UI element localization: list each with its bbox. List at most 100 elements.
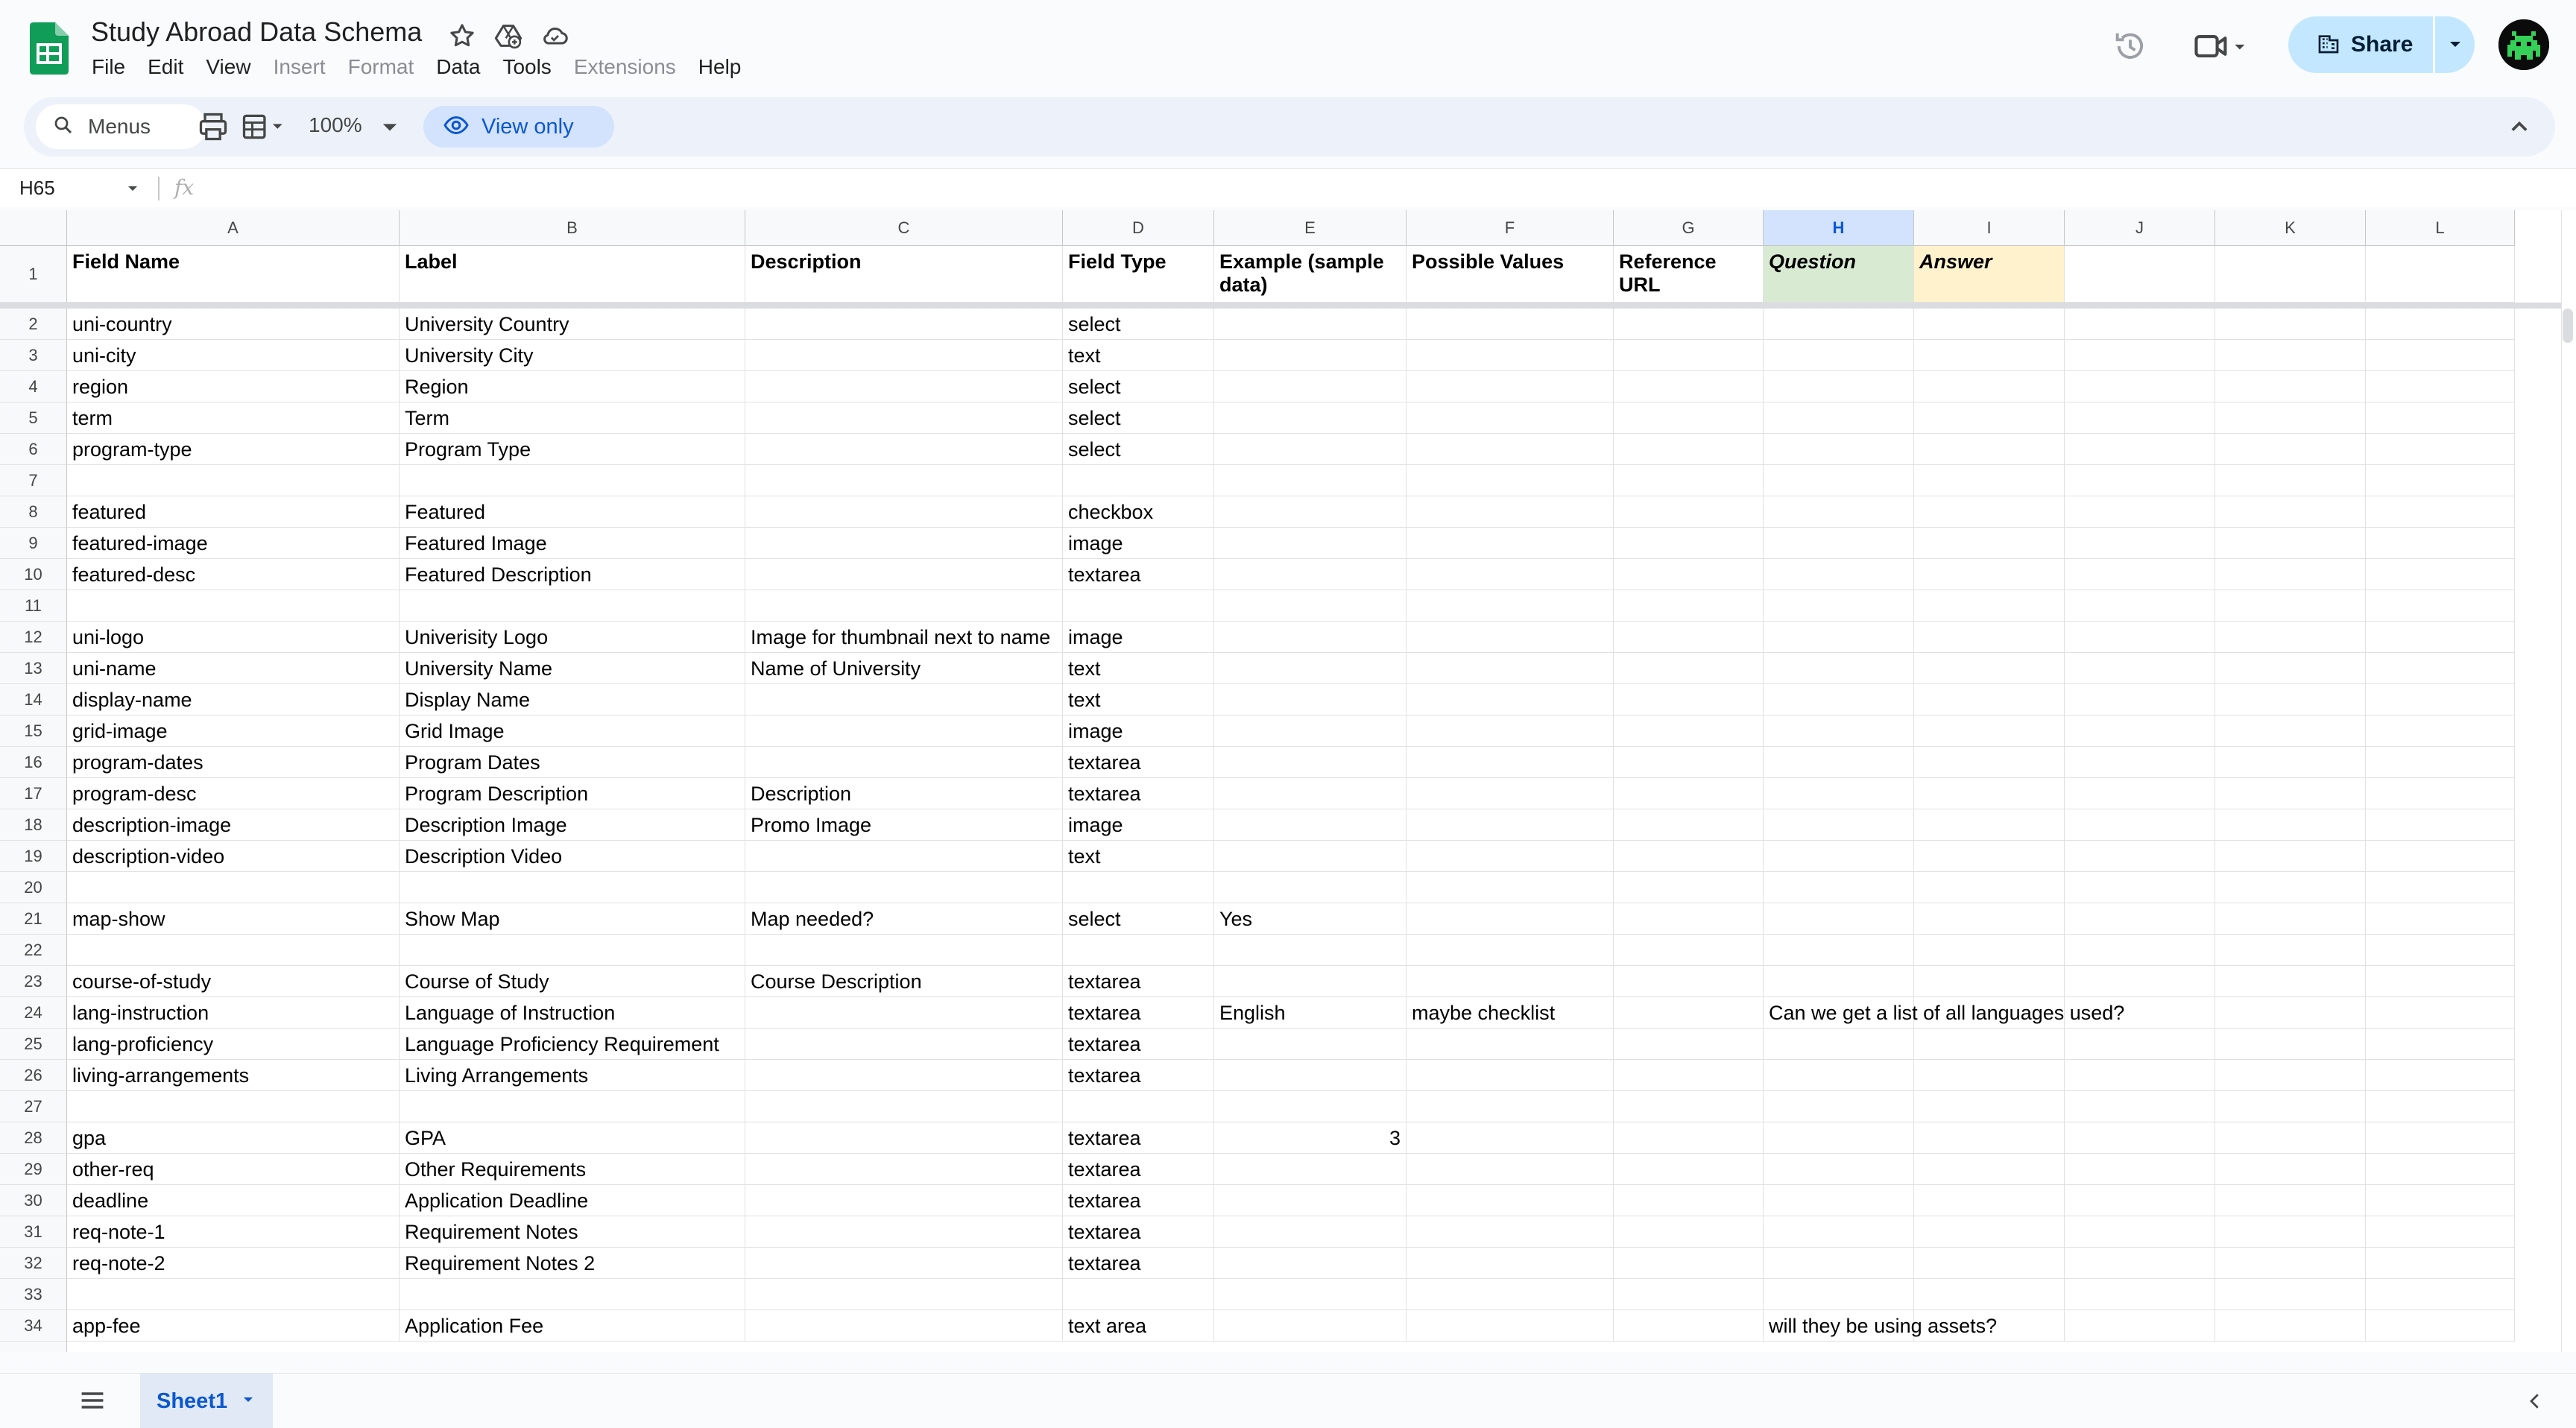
row-header-18[interactable]: 18 — [0, 809, 67, 841]
cell-f22[interactable] — [1407, 935, 1614, 966]
cell-f18[interactable] — [1407, 809, 1614, 841]
cell-k25[interactable] — [2215, 1029, 2366, 1060]
cell-j19[interactable] — [2065, 841, 2215, 872]
cell-k7[interactable] — [2215, 465, 2366, 496]
cell-a14[interactable]: display-name — [67, 684, 400, 715]
cell-d5[interactable]: select — [1063, 402, 1214, 434]
row-header-5[interactable]: 5 — [0, 402, 67, 434]
column-header-j[interactable]: J — [2065, 210, 2215, 246]
cell-i33[interactable] — [1914, 1279, 2065, 1310]
cell-c3[interactable] — [745, 340, 1063, 371]
row-header-33[interactable]: 33 — [0, 1279, 67, 1310]
cell-g4[interactable] — [1614, 371, 1764, 402]
cell-g2[interactable] — [1614, 309, 1764, 340]
cell-g12[interactable] — [1614, 622, 1764, 653]
cell-d10[interactable]: textarea — [1063, 559, 1214, 590]
cell-b7[interactable] — [400, 465, 745, 496]
cell-e27[interactable] — [1214, 1091, 1407, 1122]
cell-h26[interactable] — [1764, 1060, 1914, 1091]
cell-d12[interactable]: image — [1063, 622, 1214, 653]
cell-k9[interactable] — [2215, 528, 2366, 559]
cell-e34[interactable] — [1214, 1310, 1407, 1342]
select-format-dropdown-icon[interactable] — [240, 110, 288, 143]
cell-h29[interactable] — [1764, 1154, 1914, 1185]
cell-d17[interactable]: textarea — [1063, 778, 1214, 809]
cell-l15[interactable] — [2366, 715, 2515, 747]
cell-b33[interactable] — [400, 1279, 745, 1310]
cell-g6[interactable] — [1614, 434, 1764, 465]
cell-j30[interactable] — [2065, 1185, 2215, 1216]
cell-d7[interactable] — [1063, 465, 1214, 496]
row-header-6[interactable]: 6 — [0, 434, 67, 465]
cell-c16[interactable] — [745, 747, 1063, 778]
cell-g9[interactable] — [1614, 528, 1764, 559]
cell-h15[interactable] — [1764, 715, 1914, 747]
cell-i26[interactable] — [1914, 1060, 2065, 1091]
row-header-next[interactable] — [0, 1342, 67, 1352]
cell-a4[interactable]: region — [67, 371, 400, 402]
cell-c34[interactable] — [745, 1310, 1063, 1342]
cell-g23[interactable] — [1614, 966, 1764, 997]
cell-b34[interactable]: Application Fee — [400, 1310, 745, 1342]
header-cell-g[interactable]: Reference URL — [1614, 246, 1764, 303]
cell-c11[interactable] — [745, 590, 1063, 622]
cell-c22[interactable] — [745, 935, 1063, 966]
cell-e15[interactable] — [1214, 715, 1407, 747]
select-all-corner[interactable] — [0, 210, 67, 246]
row-header-11[interactable]: 11 — [0, 590, 67, 622]
cell-k12[interactable] — [2215, 622, 2366, 653]
cell-a5[interactable]: term — [67, 402, 400, 434]
cell-d31[interactable]: textarea — [1063, 1216, 1214, 1248]
header-cell-i[interactable]: Answer — [1914, 246, 2065, 303]
row-header-17[interactable]: 17 — [0, 778, 67, 809]
cell-a32[interactable]: req-note-2 — [67, 1248, 400, 1279]
cell-j4[interactable] — [2065, 371, 2215, 402]
view-only-button[interactable]: View only — [423, 106, 614, 148]
cell-b25[interactable]: Language Proficiency Requirement — [400, 1029, 745, 1060]
cell-d23[interactable]: textarea — [1063, 966, 1214, 997]
cell-k31[interactable] — [2215, 1216, 2366, 1248]
cell-d28[interactable]: textarea — [1063, 1122, 1214, 1154]
cell-d29[interactable]: textarea — [1063, 1154, 1214, 1185]
cell-e3[interactable] — [1214, 340, 1407, 371]
cell-j24[interactable] — [2065, 997, 2215, 1029]
cell-i15[interactable] — [1914, 715, 2065, 747]
cell-b15[interactable]: Grid Image — [400, 715, 745, 747]
cell-e12[interactable] — [1214, 622, 1407, 653]
cell-b8[interactable]: Featured — [400, 496, 745, 528]
cell-i24[interactable] — [1914, 997, 2065, 1029]
cell-k33[interactable] — [2215, 1279, 2366, 1310]
cell-a2[interactable]: uni-country — [67, 309, 400, 340]
cell-h34[interactable]: will they be using assets? — [1764, 1310, 1997, 1342]
cell-b17[interactable]: Program Description — [400, 778, 745, 809]
cell-g27[interactable] — [1614, 1091, 1764, 1122]
vertical-scrollbar[interactable] — [2563, 309, 2573, 343]
cell-b20[interactable] — [400, 872, 745, 903]
cell-g17[interactable] — [1614, 778, 1764, 809]
row-header-13[interactable]: 13 — [0, 653, 67, 684]
cell-a16[interactable]: program-dates — [67, 747, 400, 778]
cell-f20[interactable] — [1407, 872, 1614, 903]
row-header-29[interactable]: 29 — [0, 1154, 67, 1185]
star-icon[interactable] — [447, 21, 477, 51]
cell-l9[interactable] — [2366, 528, 2515, 559]
cell-k11[interactable] — [2215, 590, 2366, 622]
cell-h7[interactable] — [1764, 465, 1914, 496]
row-header-24[interactable]: 24 — [0, 997, 67, 1029]
cell-a20[interactable] — [67, 872, 400, 903]
document-title[interactable]: Study Abroad Data Schema — [91, 16, 422, 48]
cell-c30[interactable] — [745, 1185, 1063, 1216]
cell-f4[interactable] — [1407, 371, 1614, 402]
chevron-up-icon[interactable] — [2503, 110, 2536, 143]
cell-l30[interactable] — [2366, 1185, 2515, 1216]
cell-h23[interactable] — [1764, 966, 1914, 997]
row-header-27[interactable]: 27 — [0, 1091, 67, 1122]
cell-h31[interactable] — [1764, 1216, 1914, 1248]
cell-i20[interactable] — [1914, 872, 2065, 903]
cell-h13[interactable] — [1764, 653, 1914, 684]
row-header-34[interactable]: 34 — [0, 1310, 67, 1342]
cell-h20[interactable] — [1764, 872, 1914, 903]
cell-b10[interactable]: Featured Description — [400, 559, 745, 590]
cell-k8[interactable] — [2215, 496, 2366, 528]
cell-h5[interactable] — [1764, 402, 1914, 434]
